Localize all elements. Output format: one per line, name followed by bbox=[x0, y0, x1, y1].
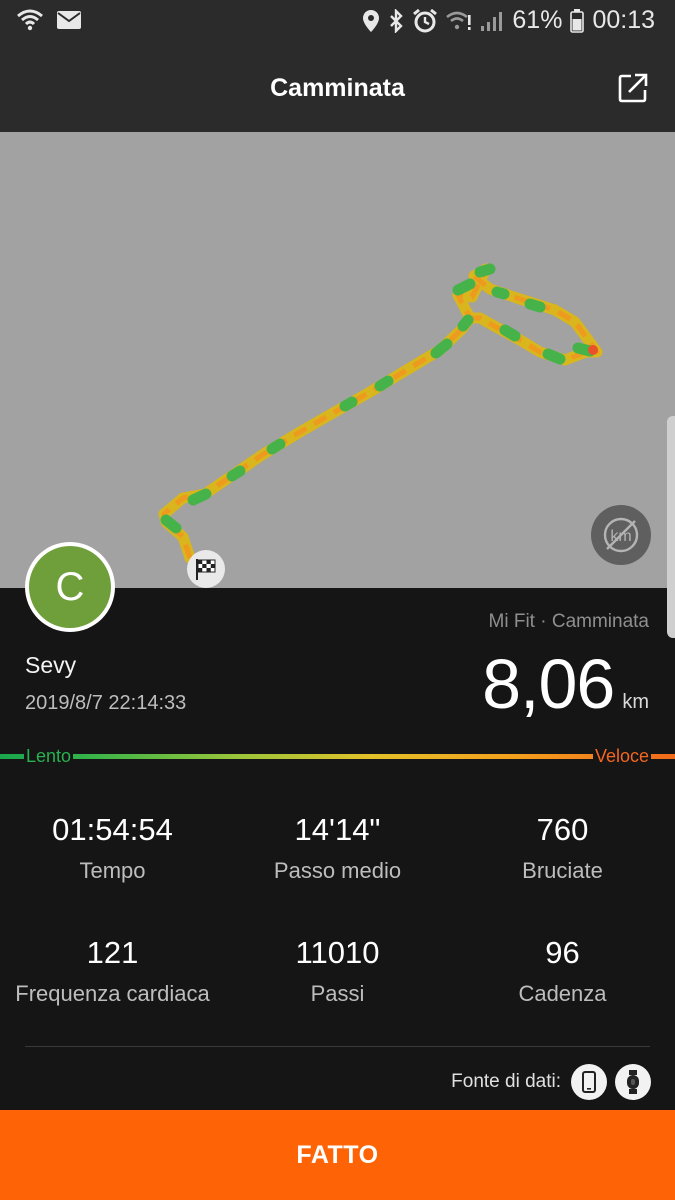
user-name: Sevy bbox=[25, 652, 77, 678]
share-icon bbox=[618, 73, 648, 103]
phone-icon[interactable] bbox=[571, 1064, 607, 1100]
speed-slow-label: Lento bbox=[24, 746, 74, 767]
km-toggle-button[interactable]: km bbox=[591, 505, 651, 565]
checkered-flag-icon bbox=[196, 559, 216, 580]
page-title: Camminata bbox=[270, 74, 405, 102]
stat-label: Passo medio bbox=[273, 858, 402, 883]
band-icon[interactable] bbox=[615, 1064, 651, 1100]
alarm-icon bbox=[412, 8, 438, 33]
data-source-label: Fonte di dati: bbox=[451, 1071, 561, 1092]
workout-detail-screen: 61% 00:13 Camminata C Sevy 2019/8/7 22:1… bbox=[0, 0, 675, 1200]
stat-value: 01:54:54 bbox=[52, 812, 173, 847]
share-button[interactable] bbox=[617, 72, 649, 104]
app-header: Camminata bbox=[0, 46, 675, 132]
route-path bbox=[158, 263, 603, 564]
speed-fast-label: Veloce bbox=[592, 746, 651, 767]
distance-value: 8,06 bbox=[482, 645, 615, 723]
clock: 00:13 bbox=[592, 6, 655, 34]
activity-source: Mi Fit · Camminata bbox=[488, 611, 649, 632]
km-toggle-icon: km bbox=[603, 517, 639, 553]
location-icon bbox=[362, 9, 380, 33]
stat-pace: 14'14" Passo medio bbox=[225, 812, 450, 884]
workout-datetime: 2019/8/7 22:14:33 bbox=[25, 692, 187, 714]
signal-icon bbox=[480, 10, 504, 32]
stat-value: 96 bbox=[545, 935, 580, 970]
status-bar: 61% 00:13 bbox=[0, 0, 675, 46]
bluetooth-icon bbox=[388, 8, 404, 33]
stat-value: 14'14" bbox=[294, 812, 381, 847]
stat-label: Frequenza cardiaca bbox=[15, 981, 210, 1006]
stat-calories: 760 Bruciate bbox=[450, 812, 675, 884]
stat-heart-rate: 121 Frequenza cardiaca bbox=[0, 935, 225, 1007]
stat-value: 11010 bbox=[295, 935, 380, 970]
speed-gradient-bar bbox=[0, 754, 675, 759]
stat-label: Passi bbox=[310, 981, 365, 1006]
stat-value: 121 bbox=[86, 935, 139, 970]
stat-steps: 11010 Passi bbox=[225, 935, 450, 1007]
stat-label: Tempo bbox=[79, 858, 146, 883]
avatar: C bbox=[25, 542, 115, 632]
stat-cadence: 96 Cadenza bbox=[450, 935, 675, 1007]
stat-value: 760 bbox=[536, 812, 589, 847]
stat-duration: 01:54:54 Tempo bbox=[0, 812, 225, 884]
side-panel-handle[interactable] bbox=[667, 416, 675, 638]
battery-icon bbox=[570, 8, 585, 33]
route-map[interactable]: km bbox=[0, 132, 675, 588]
wifi-icon bbox=[16, 8, 44, 32]
done-button[interactable]: FATTO bbox=[0, 1110, 675, 1200]
stat-label: Bruciate bbox=[522, 858, 603, 883]
data-source: Fonte di dati: bbox=[451, 1064, 651, 1100]
mail-icon bbox=[56, 10, 82, 30]
distance-unit: km bbox=[622, 691, 649, 713]
stat-label: Cadenza bbox=[518, 981, 607, 1006]
battery-percent: 61% bbox=[512, 6, 563, 34]
avatar-initial: C bbox=[29, 546, 111, 628]
divider bbox=[25, 1046, 650, 1047]
wifi-calling-icon bbox=[446, 10, 472, 32]
distance-summary: 8,06 km bbox=[482, 644, 649, 724]
finish-marker bbox=[187, 550, 225, 588]
